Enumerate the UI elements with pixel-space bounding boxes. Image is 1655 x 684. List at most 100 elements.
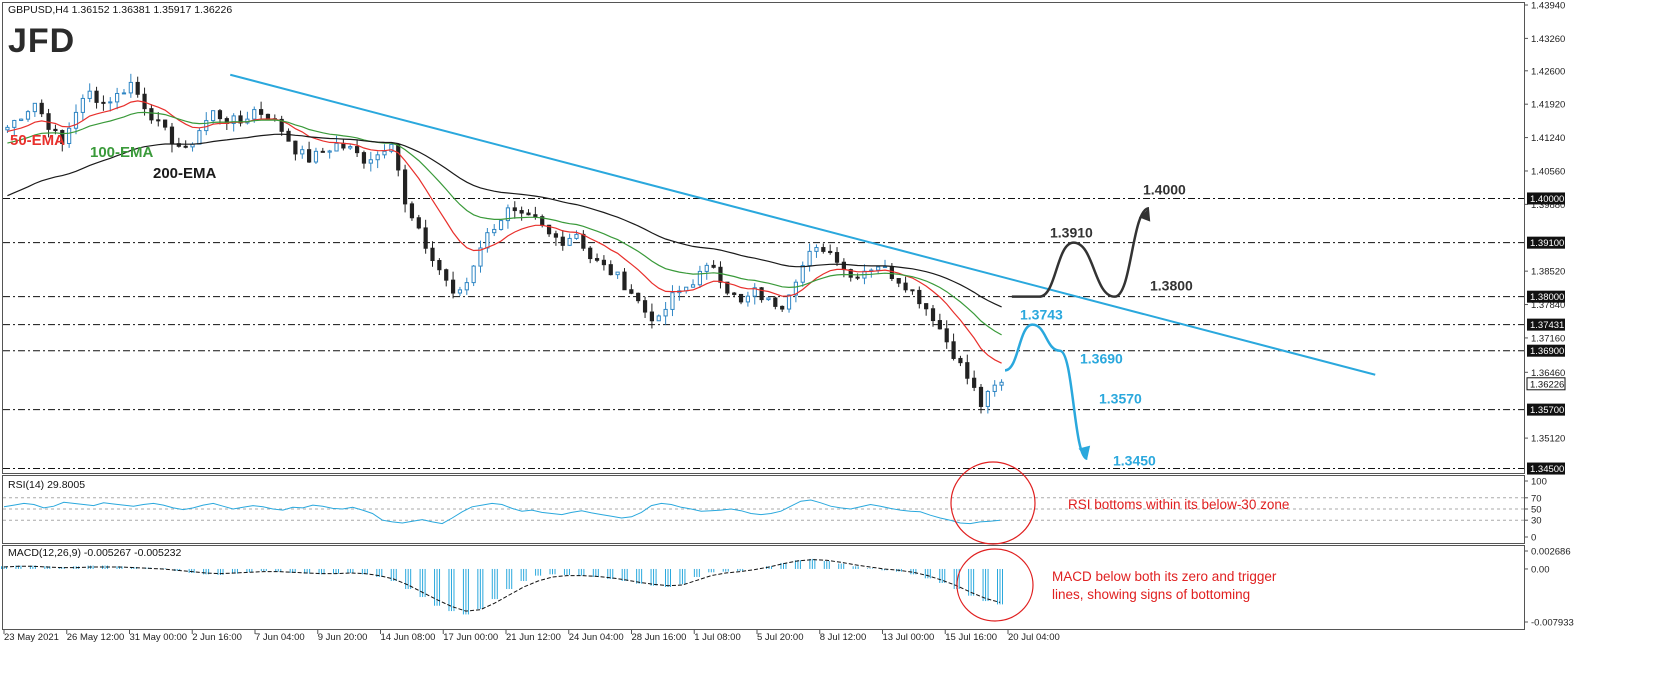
time-tick-label: 15 Jul 16:00 (945, 632, 997, 643)
candle-body (972, 377, 977, 388)
level-axis-label: 1.37431 (1530, 320, 1564, 331)
candle-body (732, 292, 737, 295)
candle-body (492, 228, 497, 234)
candle-body (121, 92, 127, 95)
candle-body (149, 108, 154, 121)
candle-body (80, 97, 85, 113)
time-tick-label: 5 Jul 20:00 (757, 632, 803, 643)
candle-body (588, 247, 593, 260)
candle-body (944, 328, 949, 343)
candle-body (533, 214, 538, 218)
candle-body (978, 386, 984, 407)
time-tick-label: 2 Jun 16:00 (192, 632, 242, 643)
jfd-logo: JFD (8, 22, 75, 60)
candle-body (128, 81, 133, 94)
level-label-1.3910: 1.3910 (1050, 225, 1093, 241)
candle-body (300, 149, 305, 155)
candle-body (581, 233, 586, 249)
candle-body (718, 266, 723, 283)
price-tick-label: 1.38520 (1531, 267, 1565, 278)
candle-body (766, 297, 771, 301)
candle-body (924, 303, 929, 310)
candle-body (306, 149, 312, 163)
candle-body (814, 247, 819, 252)
candle-body (320, 150, 325, 153)
candle-body (163, 119, 168, 128)
time-tick-label: 8 Jul 12:00 (820, 632, 866, 643)
rsi-tick-label: 100 (1531, 477, 1547, 488)
candle-body (252, 109, 257, 120)
level-label-1.3450: 1.3450 (1113, 453, 1156, 469)
rsi-tick-label: 50 (1531, 505, 1542, 516)
price-tick-label: 1.41920 (1531, 100, 1565, 111)
candle-body (876, 266, 881, 271)
rsi-title: RSI(14) 29.8005 (8, 479, 85, 491)
symbol-info: GBPUSD,H4 1.36152 1.36381 1.35917 1.3622… (8, 4, 232, 16)
candle-body (293, 140, 298, 155)
time-tick-label: 1 Jul 08:00 (694, 632, 740, 643)
candle-body (896, 278, 901, 284)
candle-body (903, 282, 908, 291)
macd-panel (2, 545, 1525, 630)
price-tick-label: 1.43940 (1531, 1, 1565, 12)
candle-body (882, 266, 888, 269)
time-tick-label: 31 May 00:00 (130, 632, 188, 643)
candle-body (416, 217, 421, 229)
candle-body (197, 130, 202, 145)
rsi-tick-label: 0 (1531, 533, 1536, 544)
level-label-1.3690: 1.3690 (1080, 351, 1123, 367)
ema200-label: 200-EMA (153, 165, 217, 182)
candle-body (53, 128, 58, 132)
candle-body (656, 315, 661, 322)
candle-body (334, 142, 339, 152)
price-panel (2, 2, 1525, 474)
candle-body (169, 126, 175, 145)
candle-body (889, 266, 894, 280)
level-axis-label: 1.36900 (1530, 346, 1564, 357)
candle-body (786, 294, 792, 310)
candle-body (485, 232, 490, 249)
candle-body (780, 305, 785, 310)
candle-body (937, 320, 942, 330)
candle-body (444, 269, 449, 281)
candle-body (958, 357, 963, 364)
candle-body (567, 237, 572, 246)
candle-body (553, 233, 559, 238)
candle-body (313, 150, 319, 163)
candle-body (409, 203, 415, 219)
price-tick-label: 1.43260 (1531, 34, 1565, 45)
candle-body (259, 109, 264, 115)
candle-body (841, 261, 846, 271)
candle-body (101, 101, 106, 104)
candle-body (999, 381, 1004, 386)
time-tick-label: 17 Jun 00:00 (443, 632, 498, 643)
candle-body (574, 233, 579, 239)
price-tick-label: 1.40560 (1531, 166, 1565, 177)
candle-body (471, 265, 476, 284)
macd-annotation-line1: MACD below both its zero and trigger (1052, 569, 1277, 584)
candle-body (348, 146, 353, 149)
candle-body (670, 292, 675, 310)
candle-body (375, 154, 380, 161)
candle-body (19, 118, 24, 121)
candle-body (73, 111, 79, 129)
time-tick-label: 21 Jun 12:00 (506, 632, 561, 643)
candle-body (87, 90, 92, 99)
candle-body (615, 271, 620, 276)
time-tick-label: 28 Jun 16:00 (632, 632, 687, 643)
candle-body (711, 264, 716, 268)
macd-tick-label: -0.007933 (1531, 618, 1574, 629)
candle-body (910, 289, 915, 292)
candle-body (738, 293, 744, 303)
candle-body (217, 110, 223, 120)
candle-body (457, 289, 463, 294)
candle-body (423, 227, 428, 249)
macd-tick-label: 0.002686 (1531, 547, 1571, 558)
macd-tick-label: 0.00 (1531, 564, 1550, 575)
candle-body (855, 276, 860, 279)
time-tick-label: 23 May 2021 (4, 632, 59, 643)
rsi-tick-label: 70 (1531, 493, 1542, 504)
level-label-1.3800: 1.3800 (1150, 278, 1193, 294)
macd-annotation-line2: lines, showing signs of bottoming (1052, 587, 1250, 602)
candle-body (690, 284, 696, 288)
